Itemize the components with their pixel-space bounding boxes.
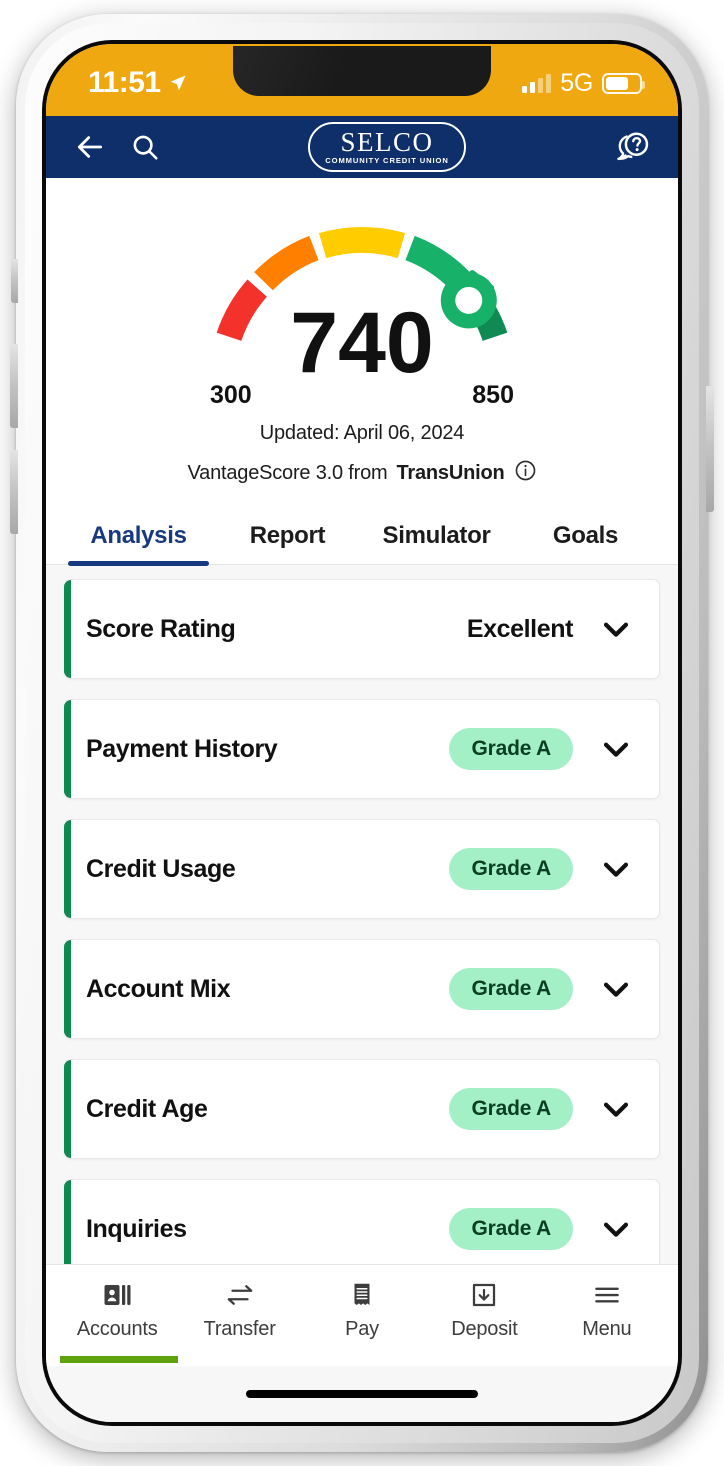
accounts-icon (104, 1285, 131, 1305)
chevron-down-icon[interactable] (599, 1212, 633, 1246)
card-title: Payment History (86, 734, 278, 763)
gauge-chart: 740 300 850 (210, 227, 514, 408)
bottom-navigation: Accounts Transfer Pay Deposit Menu (46, 1264, 678, 1356)
dynamic-island (233, 46, 491, 96)
volume-down-button[interactable] (10, 450, 18, 534)
card-score-rating[interactable]: Score Rating Excellent (64, 579, 660, 679)
status-bar: 11:51 5G (46, 44, 678, 116)
chevron-down-icon[interactable] (599, 1092, 633, 1126)
score-min-label: 300 (210, 381, 252, 408)
tab-bar: Analysis Report Simulator Goals (46, 512, 678, 566)
search-icon[interactable] (130, 132, 160, 162)
nav-item-transfer[interactable]: Transfer (178, 1280, 300, 1341)
nav-label: Pay (345, 1318, 379, 1340)
card-account-mix[interactable]: Account Mix Grade A (64, 939, 660, 1039)
home-indicator[interactable] (246, 1390, 478, 1398)
chevron-down-icon[interactable] (599, 852, 633, 886)
phone-screen: 11:51 5G SELCO COMMUNITY CREDIT UNION 74… (46, 44, 678, 1422)
credit-score-gauge: 740 300 850 Updated: April 06, 2024 Vant… (46, 178, 678, 488)
info-icon[interactable] (514, 459, 537, 488)
pay-icon (354, 1283, 370, 1305)
menu-icon (595, 1287, 619, 1303)
nav-item-menu[interactable]: Menu (546, 1280, 668, 1341)
transfer-icon (227, 1285, 252, 1305)
status-badge: Grade A (449, 968, 573, 1010)
card-title: Inquiries (86, 1214, 187, 1243)
status-badge: Grade A (449, 848, 573, 890)
nav-active-indicator-row (46, 1356, 678, 1366)
nav-active-indicator (60, 1356, 178, 1363)
app-header: SELCO COMMUNITY CREDIT UNION (46, 116, 678, 178)
nav-label: Menu (582, 1318, 632, 1340)
signal-bars-icon (522, 73, 552, 93)
nav-item-accounts[interactable]: Accounts (56, 1280, 178, 1341)
tab-simulator[interactable]: Simulator (362, 512, 511, 564)
card-title: Credit Age (86, 1094, 208, 1123)
provider-name: TransUnion (396, 462, 505, 484)
status-badge: Grade A (449, 1208, 573, 1250)
logo-sub-text: COMMUNITY CREDIT UNION (325, 156, 449, 166)
status-bar-left: 11:51 (88, 66, 188, 100)
logo-main-text: SELCO (340, 127, 434, 158)
silent-switch[interactable] (11, 259, 18, 303)
nav-label: Accounts (76, 1318, 158, 1340)
phone-frame: 11:51 5G SELCO COMMUNITY CREDIT UNION 74… (10, 14, 714, 1452)
tab-goals[interactable]: Goals (511, 512, 660, 564)
chevron-down-icon[interactable] (599, 612, 633, 646)
deposit-icon (473, 1283, 496, 1307)
card-title: Account Mix (86, 974, 231, 1003)
help-chat-icon[interactable] (614, 129, 650, 165)
card-title: Score Rating (86, 614, 236, 643)
score-updated-date: Updated: April 06, 2024 (259, 422, 465, 444)
back-arrow-icon[interactable] (74, 131, 106, 163)
status-bar-right: 5G (522, 68, 645, 98)
power-button[interactable] (706, 386, 714, 512)
home-indicator-area (46, 1366, 678, 1422)
card-credit-age[interactable]: Credit Age Grade A (64, 1059, 660, 1159)
score-provider: VantageScore 3.0 from TransUnion (187, 459, 536, 488)
nav-item-pay[interactable]: Pay (301, 1280, 423, 1341)
card-value: Excellent (466, 614, 574, 643)
card-credit-usage[interactable]: Credit Usage Grade A (64, 819, 660, 919)
status-time: 11:51 (88, 66, 161, 99)
chevron-down-icon[interactable] (599, 972, 633, 1006)
status-badge: Grade A (449, 1088, 573, 1130)
tab-analysis[interactable]: Analysis (64, 512, 213, 566)
main-content: 740 300 850 Updated: April 06, 2024 Vant… (46, 178, 678, 1264)
volume-up-button[interactable] (10, 344, 18, 428)
selco-logo[interactable]: SELCO COMMUNITY CREDIT UNION (184, 122, 590, 172)
score-meta: Updated: April 06, 2024 VantageScore 3.0… (187, 422, 536, 488)
nav-label: Deposit (451, 1318, 518, 1340)
nav-label: Transfer (203, 1318, 276, 1340)
provider-prefix: VantageScore 3.0 from (187, 462, 388, 484)
tab-report[interactable]: Report (213, 512, 362, 564)
network-label: 5G (560, 68, 593, 97)
score-max-label: 850 (472, 381, 514, 408)
nav-item-deposit[interactable]: Deposit (423, 1280, 545, 1341)
analysis-card-list: Score Rating Excellent Payment History G… (46, 565, 678, 1264)
location-arrow-icon (170, 75, 186, 91)
card-inquiries[interactable]: Inquiries Grade A (64, 1179, 660, 1264)
status-badge: Grade A (449, 728, 573, 770)
card-title: Credit Usage (86, 854, 236, 883)
card-payment-history[interactable]: Payment History Grade A (64, 699, 660, 799)
chevron-down-icon[interactable] (599, 732, 633, 766)
score-value: 740 (290, 295, 434, 391)
battery-icon (602, 72, 645, 94)
